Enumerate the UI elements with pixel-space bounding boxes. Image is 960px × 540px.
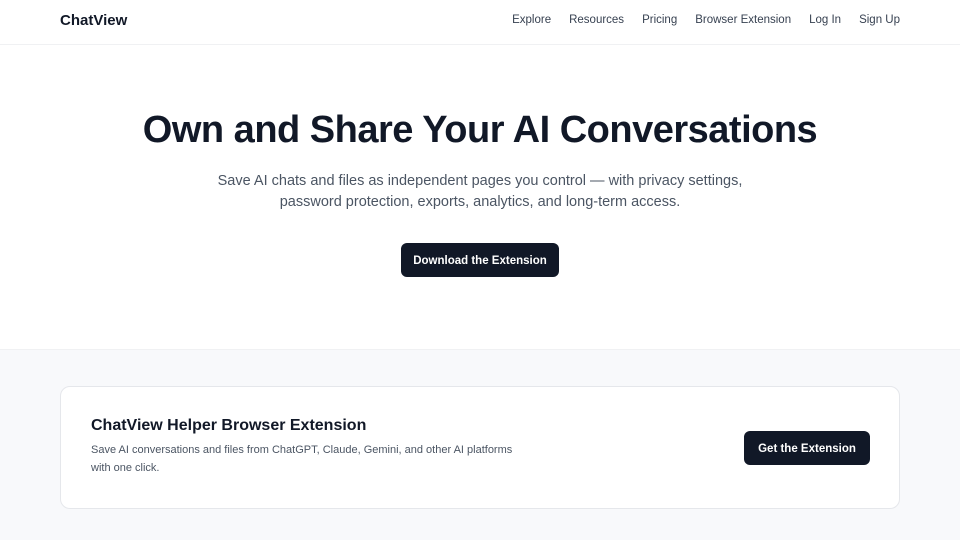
extension-card-title: ChatView Helper Browser Extension [91,417,367,434]
extension-section: ChatView Helper Browser Extension Save A… [0,349,960,540]
hero-section: Own and Share Your AI Conversations Save… [0,46,960,349]
nav-link-pricing[interactable]: Pricing [642,14,677,26]
extension-card: ChatView Helper Browser Extension Save A… [60,386,900,509]
top-navigation: ChatView Explore Resources Pricing Brows… [0,0,960,45]
download-extension-button[interactable]: Download the Extension [401,243,559,277]
nav-link-explore[interactable]: Explore [512,14,551,26]
nav-link-browser-extension[interactable]: Browser Extension [695,14,791,26]
hero-title: Own and Share Your AI Conversations [142,109,818,151]
nav-link-sign-up[interactable]: Sign Up [859,14,900,26]
hero-subtitle: Save AI chats and files as independent p… [217,173,743,210]
nav-link-resources[interactable]: Resources [569,14,624,26]
nav-links: Explore Resources Pricing Browser Extens… [512,14,900,26]
nav-link-log-in[interactable]: Log In [809,14,841,26]
extension-card-description: Save AI conversations and files from Cha… [91,444,513,474]
get-extension-button[interactable]: Get the Extension [744,431,870,465]
brand-logo-link[interactable]: ChatView [60,12,127,29]
